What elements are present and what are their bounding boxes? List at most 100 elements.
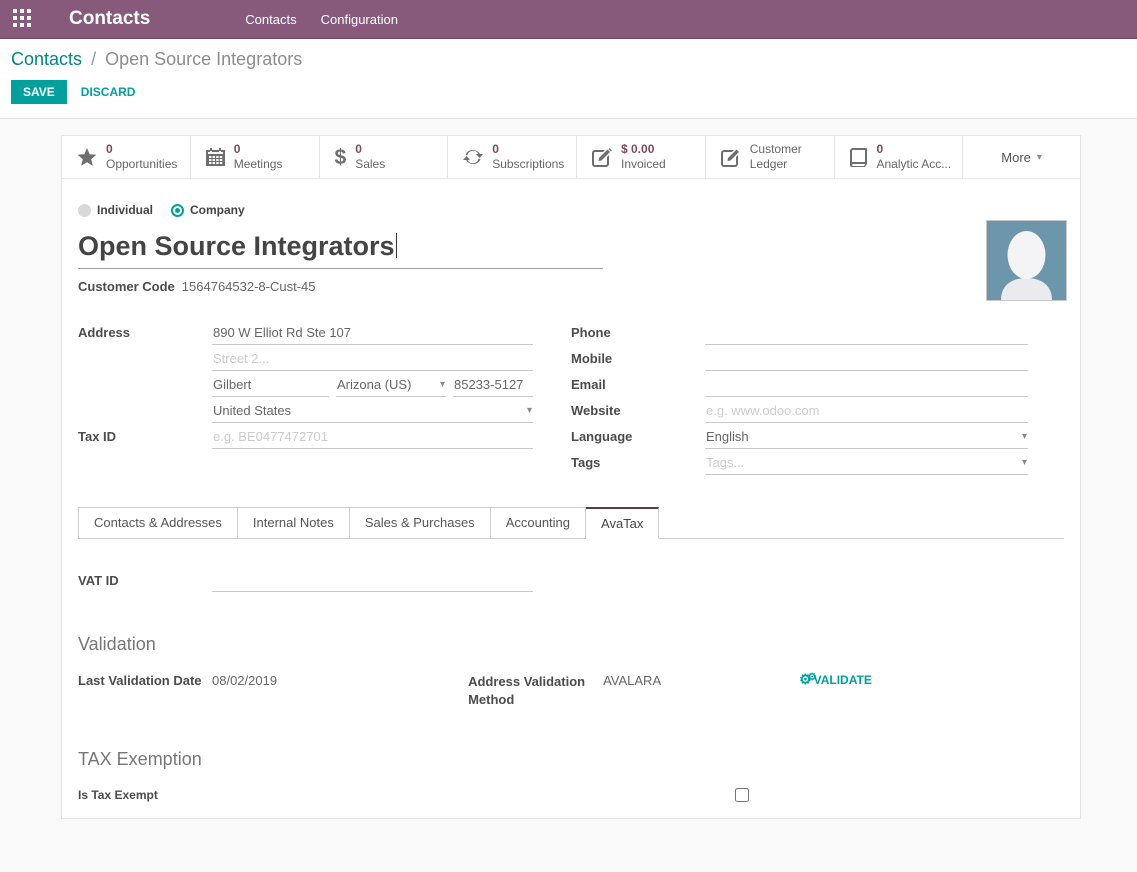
- tab-sales-purchases[interactable]: Sales & Purchases: [350, 507, 491, 539]
- radio-individual-circle: [78, 204, 91, 217]
- country-row: United States ▾: [78, 398, 533, 423]
- language-label: Language: [571, 429, 705, 449]
- company-type-selector: Individual Company: [78, 203, 1064, 217]
- is-tax-exempt-row: Is Tax Exempt: [78, 788, 1064, 802]
- right-column: Phone Mobile Email Website: [571, 320, 1028, 476]
- notebook-tabs: Contacts & Addresses Internal Notes Sale…: [78, 506, 1064, 539]
- chevron-down-icon: ▾: [527, 405, 532, 416]
- radio-company[interactable]: Company: [171, 203, 245, 217]
- phone-input[interactable]: [705, 322, 1028, 345]
- text-cursor: [396, 233, 397, 258]
- analytic-accounts-count: 0: [877, 142, 952, 157]
- meetings-label: Meetings: [234, 157, 283, 172]
- tab-contacts-addresses[interactable]: Contacts & Addresses: [78, 507, 238, 539]
- website-label: Website: [571, 403, 705, 423]
- customer-code-row: Customer Code 1564764532-8-Cust-45: [78, 279, 1064, 294]
- stat-button-invoiced[interactable]: $ 0.00 Invoiced: [577, 136, 706, 178]
- email-input[interactable]: [705, 374, 1028, 397]
- vat-id-input[interactable]: [212, 569, 533, 592]
- stat-button-meetings[interactable]: 0 Meetings: [191, 136, 320, 178]
- address-validation-method-value: AVALARA: [603, 669, 723, 688]
- breadcrumb-separator: /: [91, 49, 96, 69]
- city-input[interactable]: [212, 374, 329, 397]
- mobile-row: Mobile: [571, 346, 1028, 371]
- customer-code-label: Customer Code: [78, 279, 175, 294]
- chevron-down-icon: ▾: [440, 379, 445, 390]
- mobile-label: Mobile: [571, 351, 705, 371]
- avatar[interactable]: [986, 220, 1067, 301]
- tags-select[interactable]: Tags... ▾: [705, 452, 1028, 475]
- mobile-input[interactable]: [705, 348, 1028, 371]
- star-icon: [77, 148, 97, 167]
- analytic-accounts-label: Analytic Acc...: [877, 157, 952, 172]
- edit-icon: [592, 148, 612, 167]
- opportunities-count: 0: [106, 142, 177, 157]
- validation-heading: Validation: [78, 634, 1064, 655]
- breadcrumb-contacts-link[interactable]: Contacts: [11, 49, 82, 69]
- validate-button[interactable]: ⚙⚙ VALIDATE: [799, 671, 872, 688]
- tax-id-input[interactable]: [212, 426, 533, 449]
- top-navbar: Contacts Contacts Configuration: [0, 0, 1137, 39]
- sales-label: Sales: [355, 157, 385, 172]
- subscriptions-count: 0: [492, 142, 564, 157]
- left-column: Address Arizona (US) ▾: [78, 320, 533, 476]
- tab-avatax[interactable]: AvaTax: [586, 507, 659, 539]
- phone-row: Phone: [571, 320, 1028, 345]
- tab-accounting[interactable]: Accounting: [491, 507, 586, 539]
- record-sheet: 0 Opportunities 0 Meetings $ 0 Sales: [61, 135, 1081, 819]
- language-select[interactable]: English ▾: [705, 426, 1028, 449]
- street-row: Address: [78, 320, 533, 345]
- tags-row: Tags Tags... ▾: [571, 450, 1028, 475]
- zip-input[interactable]: [453, 374, 533, 397]
- tab-internal-notes[interactable]: Internal Notes: [238, 507, 350, 539]
- invoiced-label: Invoiced: [621, 157, 666, 172]
- sheet-body: Individual Company Open Source Integrato…: [62, 179, 1080, 818]
- street2-row: [78, 346, 533, 371]
- chevron-down-icon: ▾: [1022, 431, 1027, 442]
- stat-button-subscriptions[interactable]: 0 Subscriptions: [448, 136, 577, 178]
- stat-button-analytic-accounts[interactable]: 0 Analytic Acc...: [835, 136, 964, 178]
- record-name-field[interactable]: Open Source Integrators: [78, 231, 603, 269]
- tax-exemption-heading: TAX Exemption: [78, 749, 1064, 770]
- form-view: 0 Opportunities 0 Meetings $ 0 Sales: [0, 119, 1137, 872]
- validate-label: VALIDATE: [814, 673, 872, 687]
- is-tax-exempt-checkbox[interactable]: [735, 788, 749, 802]
- breadcrumb: Contacts / Open Source Integrators: [11, 49, 1126, 70]
- stat-button-customer-ledger[interactable]: Customer Ledger: [706, 136, 835, 178]
- chevron-down-icon: ▾: [1022, 457, 1027, 468]
- app-title: Contacts: [69, 8, 150, 30]
- state-select[interactable]: Arizona (US) ▾: [336, 374, 446, 397]
- email-label: Email: [571, 377, 705, 397]
- stat-button-opportunities[interactable]: 0 Opportunities: [62, 136, 191, 178]
- more-dropdown-button[interactable]: More ▾: [963, 136, 1080, 178]
- apps-grid-icon: [13, 9, 31, 30]
- invoiced-amount: $ 0.00: [621, 142, 666, 157]
- state-value: Arizona (US): [337, 377, 411, 392]
- language-value: English: [706, 429, 749, 444]
- menu-configuration[interactable]: Configuration: [311, 6, 408, 33]
- last-validation-date-label: Last Validation Date: [78, 669, 212, 688]
- discard-button[interactable]: DISCARD: [81, 85, 136, 99]
- website-row: Website: [571, 398, 1028, 423]
- customer-ledger-label-line2: Ledger: [750, 157, 802, 172]
- apps-menu-button[interactable]: [0, 0, 44, 38]
- street2-input[interactable]: [212, 348, 533, 371]
- phone-label: Phone: [571, 325, 705, 345]
- radio-company-label: Company: [190, 203, 245, 217]
- breadcrumb-current: Open Source Integrators: [105, 49, 302, 69]
- subscriptions-label: Subscriptions: [492, 157, 564, 172]
- vat-id-row: VAT ID: [78, 569, 1064, 594]
- menu-contacts[interactable]: Contacts: [235, 6, 306, 33]
- avatax-tab-page: VAT ID Validation Last Validation Date 0…: [78, 539, 1064, 802]
- vat-id-label: VAT ID: [78, 569, 212, 588]
- country-select[interactable]: United States ▾: [212, 400, 533, 423]
- radio-individual[interactable]: Individual: [78, 203, 153, 217]
- last-validation-date-value: 08/02/2019: [212, 669, 277, 688]
- website-input[interactable]: [705, 400, 1028, 423]
- save-button[interactable]: SAVE: [11, 80, 67, 104]
- tax-id-row: Tax ID: [78, 424, 533, 449]
- stat-button-sales[interactable]: $ 0 Sales: [320, 136, 449, 178]
- edit-icon: [721, 148, 741, 167]
- street-input[interactable]: [212, 322, 533, 345]
- email-row: Email: [571, 372, 1028, 397]
